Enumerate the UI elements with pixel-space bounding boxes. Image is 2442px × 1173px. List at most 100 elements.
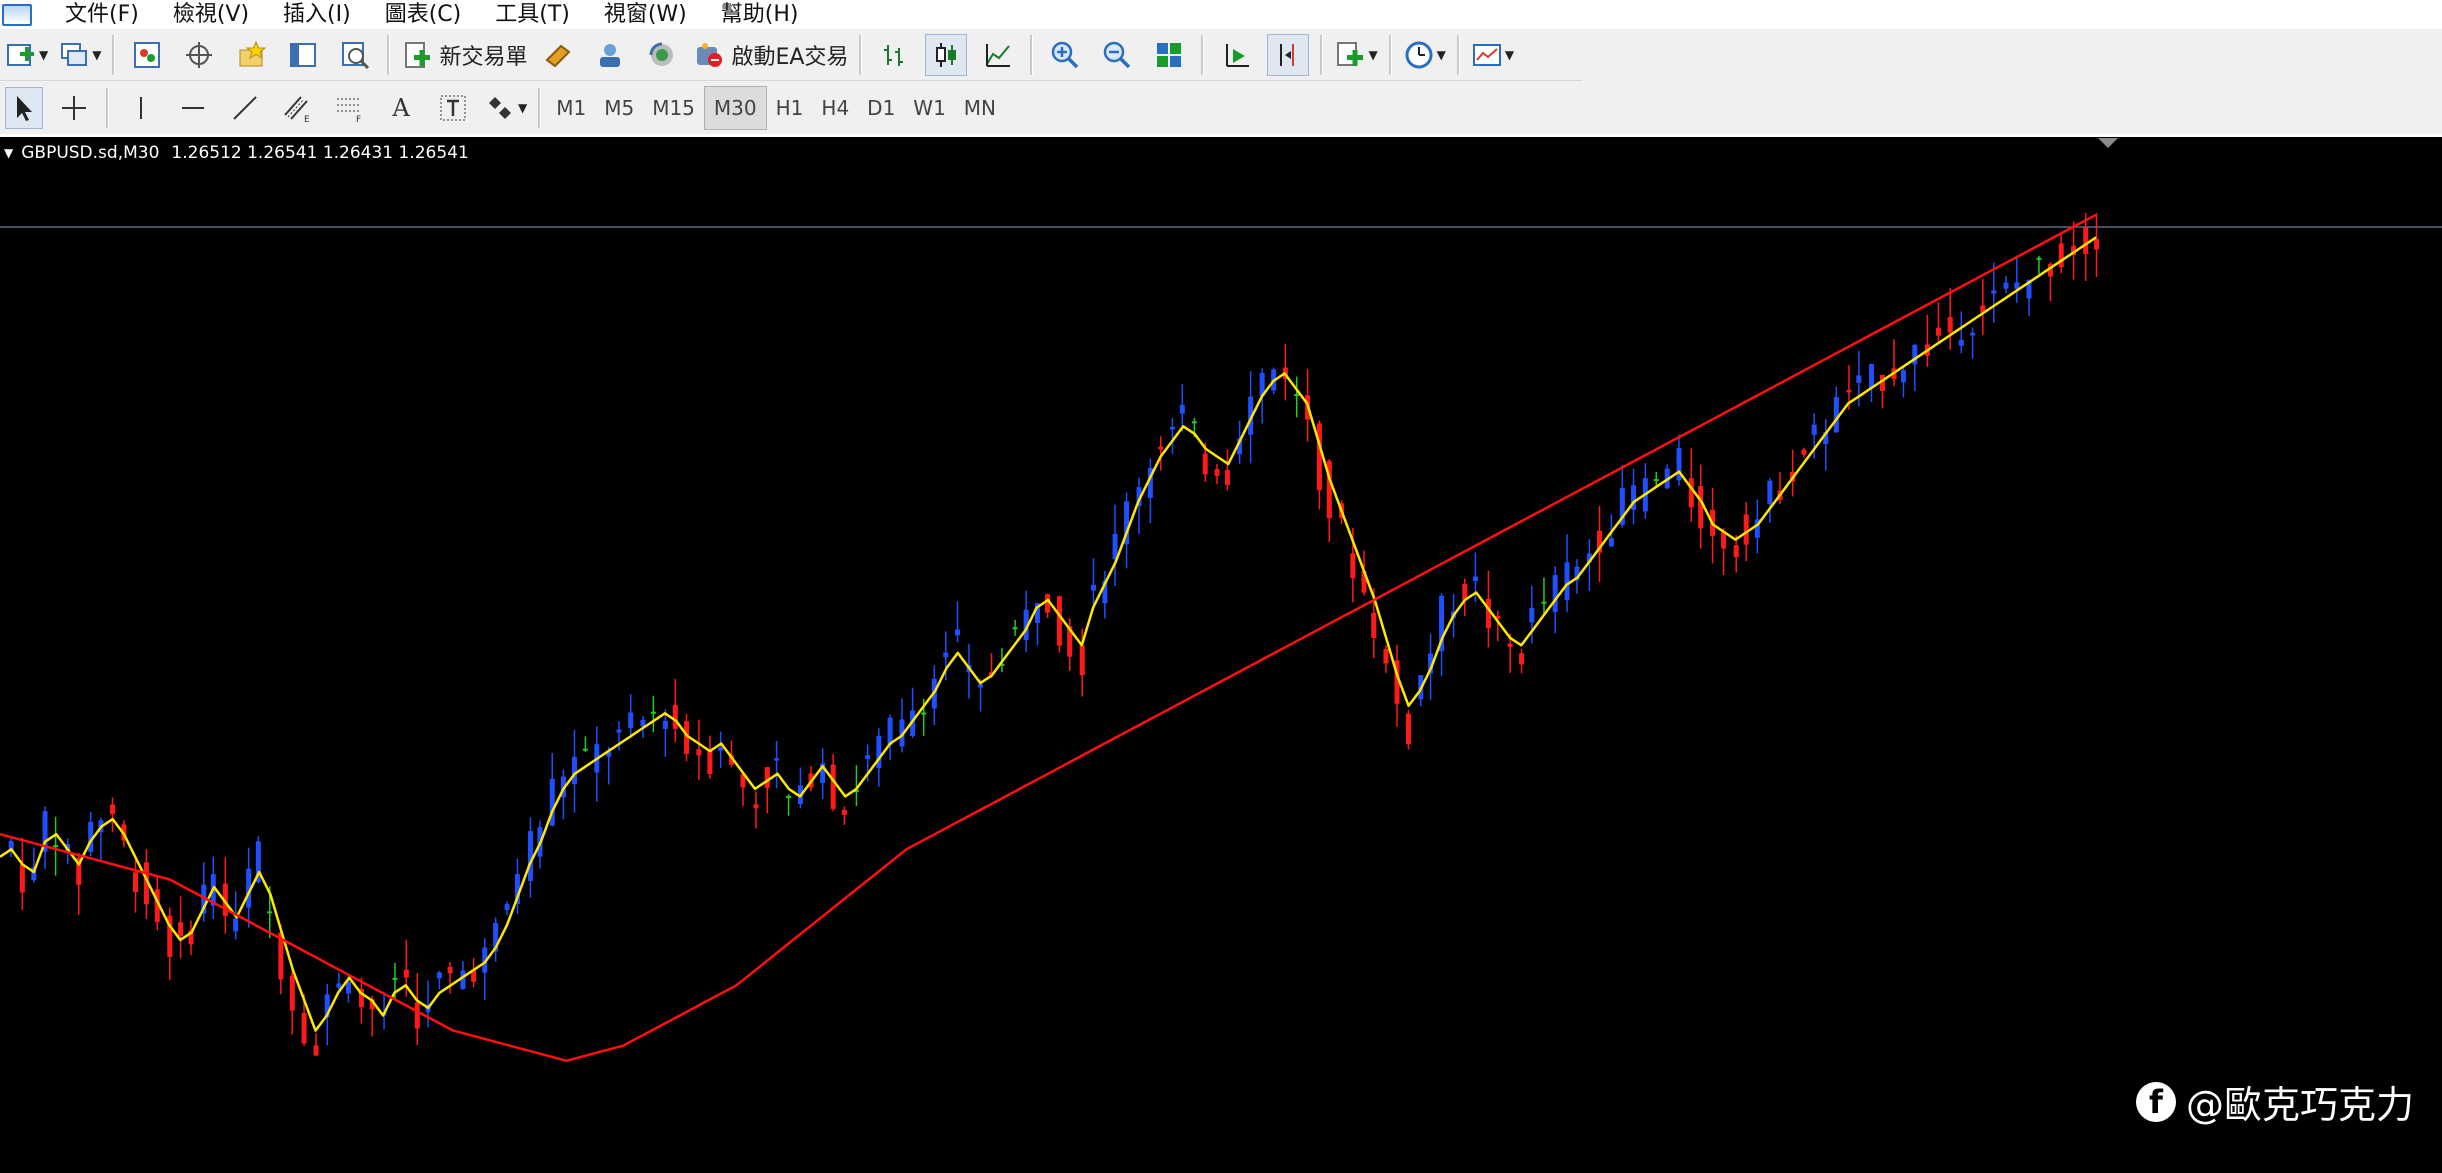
- market-watch-button[interactable]: [126, 34, 168, 76]
- toolbar-separator: [1456, 34, 1460, 75]
- crosshair-button[interactable]: [53, 87, 95, 129]
- new-order-button[interactable]: 新交易單: [401, 34, 527, 76]
- chart-shift-marker[interactable]: [2098, 138, 2118, 148]
- timeframe-mn[interactable]: MN: [955, 87, 1005, 129]
- candle-body: [1090, 584, 1096, 591]
- menu-charts[interactable]: 圖表(C): [368, 0, 479, 29]
- candle-body: [1868, 364, 1874, 389]
- candle-body: [830, 764, 836, 809]
- menu-tools[interactable]: 工具(T): [478, 0, 587, 29]
- timeframe-h1[interactable]: H1: [767, 87, 813, 129]
- trendline-button[interactable]: [224, 87, 266, 129]
- candle-body: [1970, 332, 1976, 336]
- candle-body: [662, 720, 668, 729]
- chart-menu-triangle-icon[interactable]: ▼: [4, 146, 13, 160]
- timeframe-m30[interactable]: M30: [703, 86, 767, 130]
- candle-body: [1214, 469, 1220, 476]
- timeframe-m1[interactable]: M1: [547, 87, 595, 129]
- signals-button[interactable]: [589, 34, 631, 76]
- candlestick-button[interactable]: [925, 33, 968, 76]
- candle-body: [460, 970, 466, 990]
- crosshair-icon: [58, 92, 90, 124]
- autotrading-label: 啟動EA交易: [731, 44, 849, 70]
- candle-body: [392, 977, 398, 980]
- candle-body: [345, 981, 351, 994]
- watermark-text: @歐克巧克力: [2185, 1083, 2414, 1127]
- candle-body: [2058, 243, 2064, 268]
- text-label-icon: [437, 92, 469, 124]
- chart-shift-icon: [1272, 39, 1304, 71]
- candle-body: [414, 1002, 420, 1029]
- timeframe-m15[interactable]: M15: [643, 87, 704, 129]
- profiles-button[interactable]: ▼: [58, 34, 101, 76]
- candle-body: [1552, 575, 1558, 612]
- favorites-button[interactable]: [230, 34, 272, 76]
- candle-body: [1079, 645, 1085, 676]
- fibonacci-button[interactable]: F: [328, 87, 370, 129]
- zoom-out-button[interactable]: [1096, 34, 1138, 76]
- zoom-in-button[interactable]: [1044, 34, 1086, 76]
- tile-windows-button[interactable]: [1148, 34, 1190, 76]
- periods-button[interactable]: ▼: [1403, 34, 1446, 76]
- text-button[interactable]: A: [380, 87, 422, 129]
- autotrading-button[interactable]: 啟動EA交易: [693, 34, 848, 76]
- data-window-button[interactable]: [282, 34, 324, 76]
- favorites-icon: [235, 39, 267, 71]
- autotrading-icon: [693, 39, 725, 71]
- app-logo-icon[interactable]: [2, 3, 32, 26]
- candle-body: [628, 712, 634, 729]
- menu-file[interactable]: 文件(F): [48, 0, 156, 29]
- candle-body: [1958, 339, 1964, 346]
- menu-window[interactable]: 視窗(W): [587, 0, 704, 29]
- templates-button[interactable]: ▼: [1471, 34, 1514, 76]
- horizontal-line-button[interactable]: [172, 87, 214, 129]
- menu-help[interactable]: 幫助(H): [704, 0, 816, 29]
- timeframe-h4[interactable]: H4: [812, 87, 858, 129]
- candle-body: [616, 729, 622, 733]
- candle-body: [1383, 648, 1389, 664]
- equidistant-channel-button[interactable]: E: [276, 87, 318, 129]
- timeframe-d1[interactable]: D1: [858, 87, 904, 129]
- strategy-tester-icon: [339, 39, 371, 71]
- indicators-button[interactable]: ▼: [1334, 34, 1378, 76]
- candle-body: [109, 804, 115, 815]
- market-icon: [646, 39, 678, 71]
- candle-body: [696, 749, 702, 756]
- chart-canvas[interactable]: [0, 137, 2442, 1169]
- market-button[interactable]: [641, 34, 683, 76]
- trendline-icon: [229, 92, 261, 124]
- timeframe-w1[interactable]: W1: [904, 87, 955, 129]
- price-chart[interactable]: [0, 137, 2442, 1169]
- vertical-line-button[interactable]: [120, 87, 162, 129]
- candle-body: [1811, 424, 1817, 435]
- menu-view[interactable]: 檢視(V): [156, 0, 266, 29]
- autoscroll-button[interactable]: [1215, 34, 1257, 76]
- metaeditor-button[interactable]: [537, 34, 579, 76]
- line-chart-button[interactable]: [977, 34, 1019, 76]
- candle-body: [1169, 426, 1175, 430]
- candle-body: [1158, 446, 1164, 450]
- bar-chart-button[interactable]: [873, 34, 915, 76]
- arrows-button[interactable]: ▼: [484, 87, 527, 129]
- candle-body: [2036, 257, 2042, 260]
- tile-windows-icon: [1153, 39, 1185, 71]
- candle-body: [2094, 238, 2100, 250]
- toolbar-separator: [1388, 34, 1392, 75]
- candle-body: [1179, 404, 1185, 414]
- candle-body: [1202, 453, 1208, 475]
- navigator-button[interactable]: [178, 34, 220, 76]
- timeframe-m5[interactable]: M5: [595, 87, 643, 129]
- cursor-button[interactable]: [5, 87, 43, 129]
- menu-insert[interactable]: 插入(I): [266, 0, 368, 29]
- candle-body: [672, 704, 678, 729]
- chart-shift-button[interactable]: [1267, 33, 1310, 76]
- toolbar-separator: [1201, 34, 1205, 75]
- strategy-tester-button[interactable]: [334, 34, 376, 76]
- new-chart-button[interactable]: ▼: [5, 34, 48, 76]
- candle-body: [582, 748, 588, 751]
- text-label-button[interactable]: [432, 87, 474, 129]
- candle-body: [336, 983, 342, 988]
- chart-ohlc: 1.26512 1.26541 1.26431 1.26541: [171, 143, 469, 163]
- candle-body: [1405, 713, 1411, 745]
- toolbar-separator: [112, 34, 116, 75]
